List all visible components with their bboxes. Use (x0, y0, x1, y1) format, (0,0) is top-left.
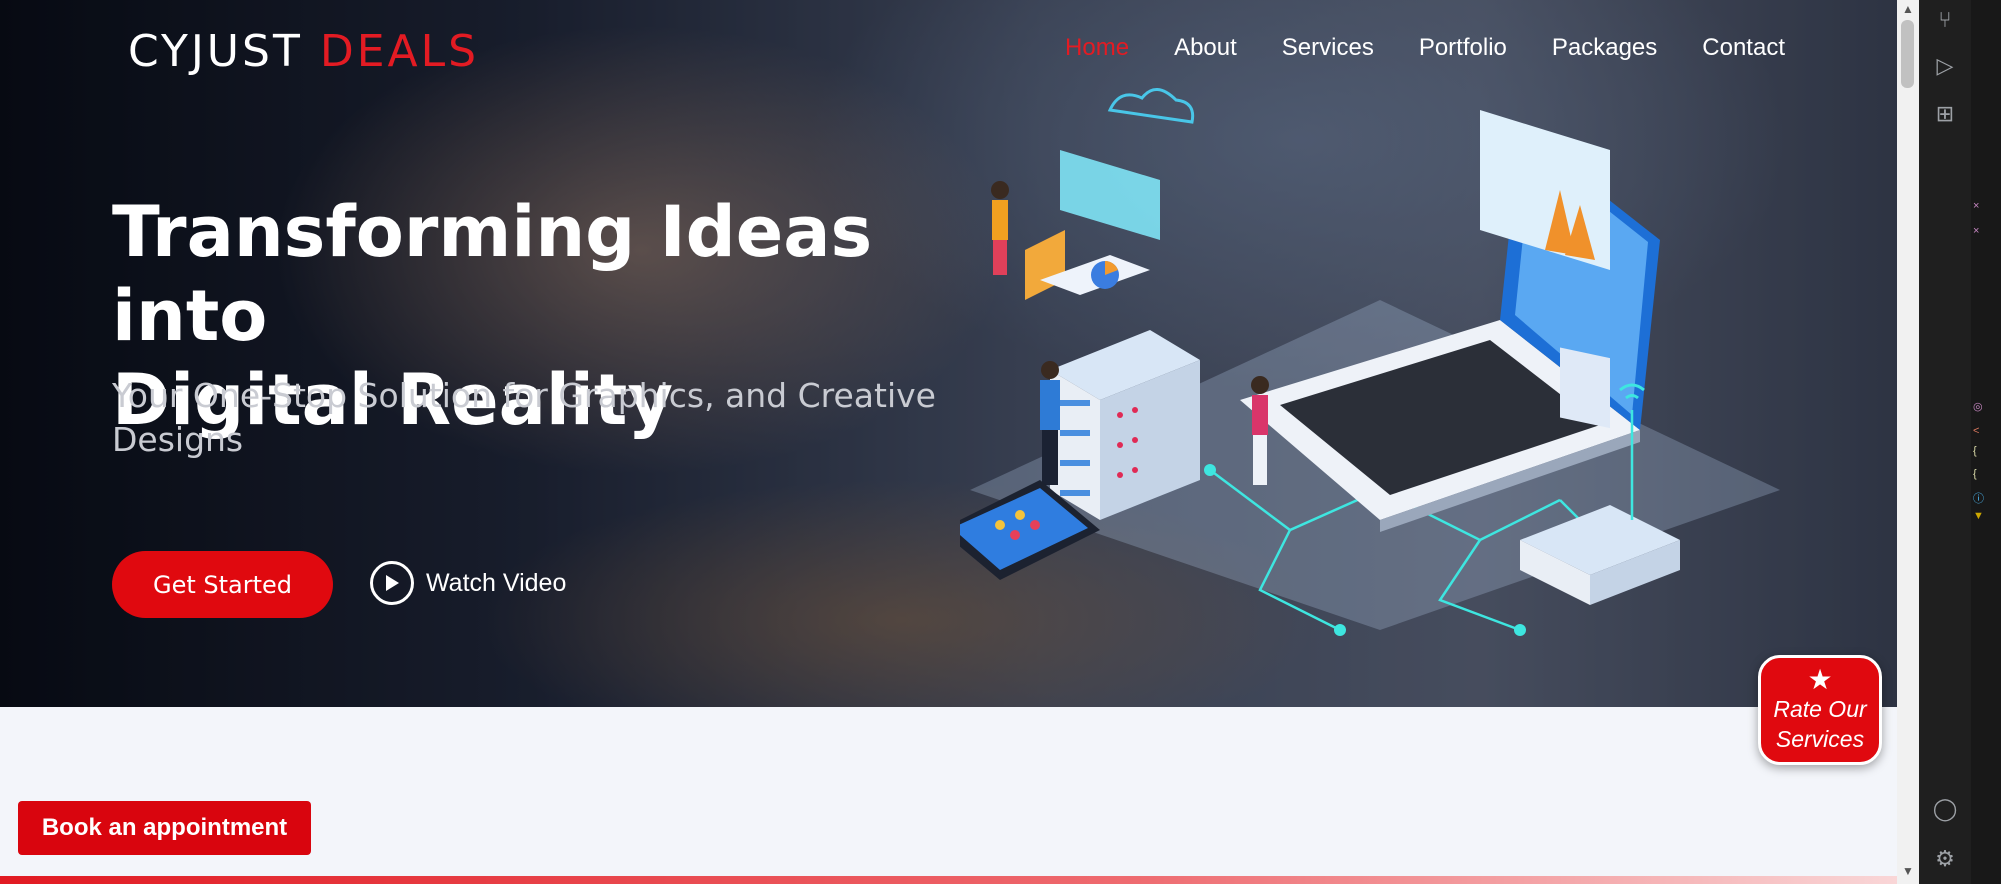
nav-packages[interactable]: Packages (1552, 34, 1657, 62)
logo-main: CYJUST (128, 26, 303, 77)
settings-gear-icon[interactable]: ⚙ (1931, 845, 1959, 873)
nav-services[interactable]: Services (1282, 34, 1374, 62)
source-control-icon[interactable]: ⑂ (1931, 6, 1959, 34)
nav-contact[interactable]: Contact (1702, 34, 1785, 62)
get-started-button[interactable]: Get Started (112, 551, 333, 618)
watch-video-link[interactable]: Watch Video (370, 561, 566, 605)
site-logo[interactable]: CYJUST DEALS (128, 26, 479, 77)
page-scrollbar[interactable]: ▲ ▼ (1897, 0, 1919, 884)
gutter-marker: { (1973, 445, 1977, 457)
hero-subtitle: Your One-Stop Solution for Graphics, and… (112, 376, 936, 459)
ide-side-panel: ⑂ ▷ ⊞ ◯ ⚙ × × ◎ < { { ⓘ ▼ (1919, 0, 2001, 884)
bottom-red-bar (0, 876, 1897, 884)
gutter-marker: { (1973, 468, 1977, 480)
nav-about[interactable]: About (1174, 34, 1237, 62)
nav-home[interactable]: Home (1065, 34, 1129, 62)
run-debug-icon[interactable]: ▷ (1931, 52, 1959, 80)
scrollbar-thumb[interactable] (1901, 20, 1914, 88)
ide-editor-gutter: × × ◎ < { { ⓘ ▼ (1971, 0, 2001, 884)
scroll-up-arrow-icon[interactable]: ▲ (1902, 2, 1914, 16)
extensions-icon[interactable]: ⊞ (1931, 100, 1959, 128)
gutter-marker: < (1973, 425, 1980, 437)
gutter-marker: × (1973, 225, 1980, 237)
star-icon: ★ (1807, 664, 1833, 695)
rate-line2: Services (1775, 726, 1865, 752)
rate-line1: Rate Our (1773, 696, 1867, 722)
gutter-marker: ⓘ (1973, 493, 1984, 505)
hero-illustration (960, 88, 1780, 636)
scroll-down-arrow-icon[interactable]: ▼ (1902, 864, 1914, 878)
main-nav: Home About Services Portfolio Packages C… (1065, 34, 1785, 62)
rate-services-button[interactable]: ★ Rate Our Services (1758, 655, 1882, 765)
play-icon (370, 561, 414, 605)
account-icon[interactable]: ◯ (1931, 795, 1959, 823)
gutter-marker: × (1973, 200, 1980, 212)
hero-title-line1: Transforming Ideas into (112, 191, 873, 357)
hero-section: CYJUST DEALS Home About Services Portfol… (0, 0, 1897, 707)
gutter-marker: ▼ (1973, 510, 1984, 522)
gutter-marker: ◎ (1973, 401, 1983, 413)
watch-video-label: Watch Video (426, 568, 567, 597)
book-appointment-button[interactable]: Book an appointment (18, 801, 311, 855)
logo-accent: DEALS (319, 26, 480, 77)
nav-portfolio[interactable]: Portfolio (1419, 34, 1507, 62)
